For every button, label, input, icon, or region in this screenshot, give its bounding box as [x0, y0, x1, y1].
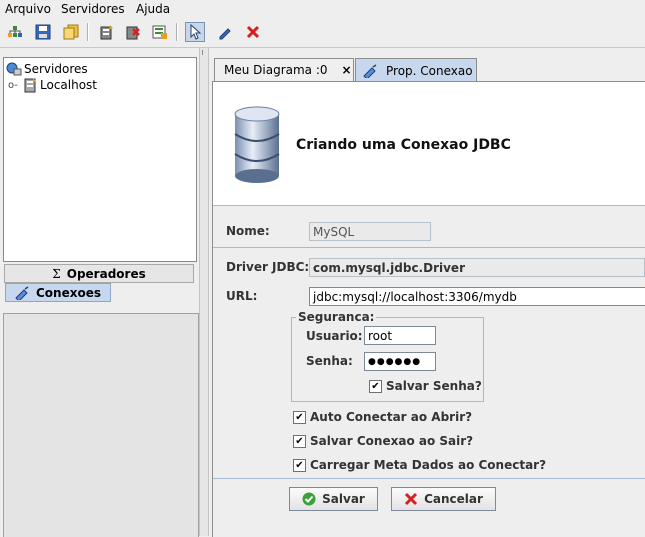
menu-bar: Arquivo Servidores Ajuda: [0, 0, 645, 19]
salvar-senha-checkbox[interactable]: ✔: [369, 380, 382, 393]
plug-icon: [363, 63, 377, 78]
new-diagram-icon[interactable]: [5, 22, 25, 42]
toolbar-separator: [176, 23, 178, 41]
network-icon: [6, 62, 22, 76]
salvar-conexao-checkbox[interactable]: ✔: [293, 435, 306, 448]
tree-expander-icon[interactable]: o-: [8, 80, 22, 91]
splitter-arrow-icon[interactable]: [202, 50, 206, 55]
delete-tool-icon[interactable]: [243, 22, 263, 42]
splitter-handle[interactable]: [199, 48, 209, 536]
plug-icon: [15, 285, 29, 300]
server-icon: [24, 78, 36, 93]
salvar-button-label: Salvar: [322, 492, 365, 506]
divider: [213, 478, 645, 479]
left-empty-panel: [3, 313, 199, 537]
nome-label: Nome:: [226, 224, 270, 238]
menu-arquivo[interactable]: Arquivo: [5, 2, 51, 16]
tab-operadores-label: Operadores: [66, 266, 146, 281]
usuario-label: Usuario:: [306, 329, 363, 343]
server-tree: Servidores o- Localhost: [3, 57, 197, 262]
tab-diagram-label: Meu Diagrama :0: [224, 63, 328, 77]
close-tab-icon[interactable]: ×: [342, 63, 352, 77]
tab-conexoes[interactable]: Conexoes: [5, 283, 111, 302]
toolbar-separator: [87, 23, 89, 41]
pointer-tool-icon[interactable]: [185, 22, 205, 42]
save-as-icon[interactable]: [61, 22, 81, 42]
usuario-field[interactable]: root: [364, 326, 436, 345]
menu-servidores[interactable]: Servidores: [61, 2, 125, 16]
tab-operadores[interactable]: Σ Operadores: [4, 264, 194, 283]
tree-node-servidores[interactable]: Servidores: [6, 61, 88, 77]
auto-conectar-label: Auto Conectar ao Abrir?: [310, 410, 473, 424]
properties-icon[interactable]: [150, 22, 170, 42]
tree-label-localhost: Localhost: [40, 78, 98, 92]
database-icon: [234, 106, 280, 183]
driver-field[interactable]: com.mysql.jdbc.Driver: [309, 258, 645, 277]
new-connection-icon[interactable]: [97, 22, 117, 42]
pencil-tool-icon[interactable]: [215, 22, 235, 42]
cancelar-button[interactable]: Cancelar: [391, 487, 496, 511]
dialog-title: Criando uma Conexao JDBC: [296, 137, 511, 153]
salvar-button[interactable]: Salvar: [289, 487, 378, 511]
cancelar-button-label: Cancelar: [424, 492, 483, 506]
carregar-meta-label: Carregar Meta Dados ao Conectar?: [310, 458, 547, 472]
left-tab-strip: Σ Operadores Conexoes: [3, 263, 196, 302]
carregar-meta-checkbox[interactable]: ✔: [293, 459, 306, 472]
auto-conectar-checkbox[interactable]: ✔: [293, 411, 306, 424]
tab-conexoes-label: Conexoes: [36, 285, 101, 300]
url-label: URL:: [226, 289, 258, 303]
tree-label-servidores: Servidores: [24, 62, 88, 76]
salvar-senha-label: Salvar Senha?: [386, 379, 482, 393]
seguranca-label: Seguranca:: [296, 310, 377, 324]
tab-meu-diagrama[interactable]: Meu Diagrama :0 ×: [214, 58, 354, 81]
tab-prop-conexao[interactable]: Prop. Conexao: [355, 58, 477, 82]
cancel-x-icon: [405, 492, 418, 506]
tab-prop-label: Prop. Conexao: [386, 63, 473, 78]
menu-ajuda[interactable]: Ajuda: [136, 2, 170, 16]
divider: [213, 247, 645, 248]
salvar-conexao-label: Salvar Conexao ao Sair?: [310, 434, 474, 448]
save-icon[interactable]: [33, 22, 53, 42]
toolbar: [0, 19, 645, 48]
nome-field: MySQL: [309, 222, 431, 241]
remove-connection-icon[interactable]: [123, 22, 143, 42]
url-field[interactable]: jdbc:mysql://localhost:3306/mydb: [309, 287, 645, 306]
sigma-icon: Σ: [52, 266, 61, 281]
checkmark-icon: [302, 492, 316, 506]
tree-node-localhost[interactable]: o- Localhost: [8, 77, 97, 93]
driver-label: Driver JDBC:: [226, 260, 310, 274]
senha-label: Senha:: [306, 354, 353, 368]
dialog-header: Criando uma Conexao JDBC: [213, 82, 645, 206]
senha-field[interactable]: ●●●●●●: [364, 352, 436, 371]
